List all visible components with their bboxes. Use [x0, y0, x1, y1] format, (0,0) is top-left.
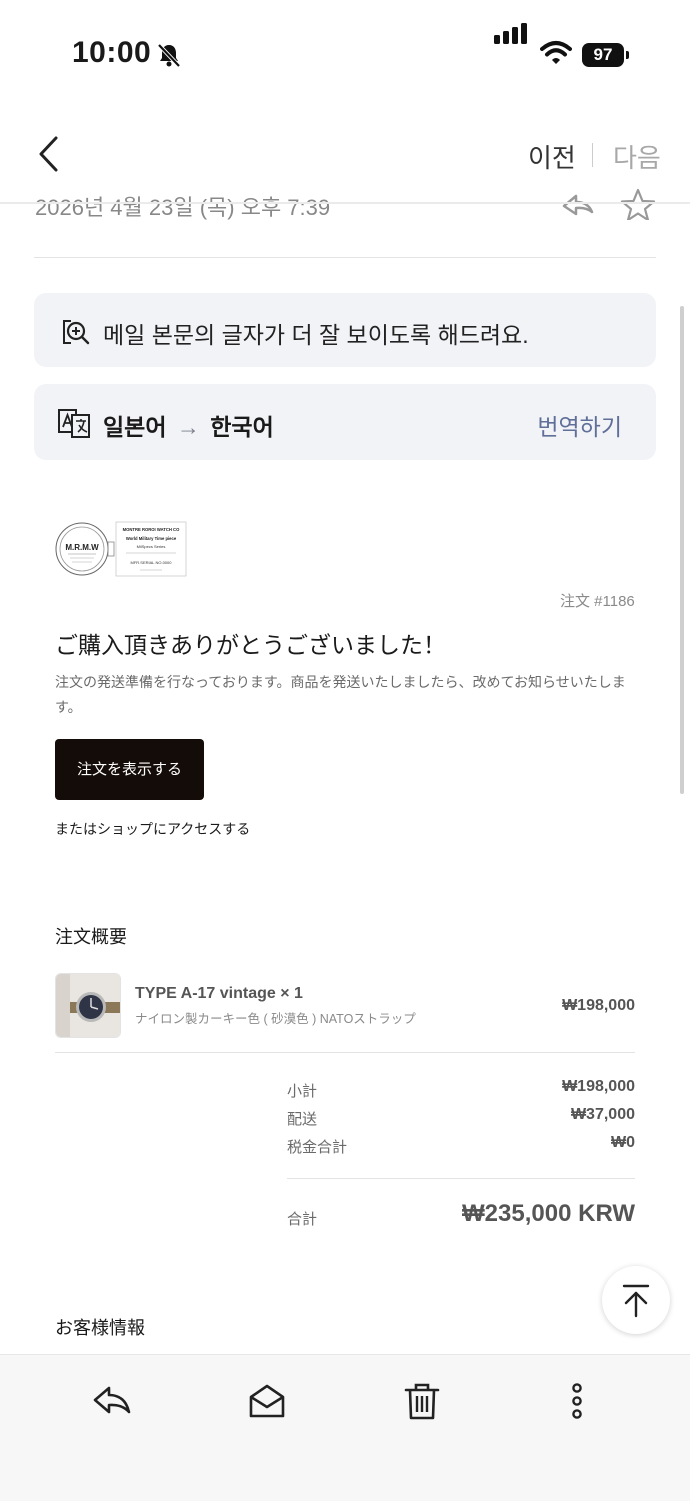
mark-read-icon[interactable] [247, 1381, 287, 1421]
target-language: 한국어 [210, 414, 274, 440]
battery-cap [626, 51, 629, 59]
order-message: 注文の発送準備を行なっております。商品を発送いたしましたら、改めてお知らせいたし… [55, 674, 626, 715]
reply-icon[interactable] [562, 194, 594, 216]
product-name: TYPE A-17 vintage × 1 [135, 985, 303, 1002]
nav-divider [592, 143, 593, 167]
mail-date: 2026년 4월 23일 (목) 오후 7:39 [35, 195, 331, 220]
prev-button[interactable]: 이전 [528, 138, 576, 175]
total-value: ₩235,000 KRW [462, 1200, 635, 1227]
thank-you-heading: ご購入頂きありがとうございました！ [55, 632, 446, 658]
customer-info-title: お客様情報 [55, 1318, 145, 1338]
scrollbar[interactable] [680, 306, 684, 794]
reply-icon[interactable] [92, 1381, 132, 1421]
bell-slash-icon [157, 43, 181, 68]
shipping-value: ₩37,000 [570, 1106, 635, 1123]
wifi-icon [540, 41, 572, 64]
zoom-in-icon [63, 320, 90, 345]
total-label: 合計 [287, 1211, 318, 1228]
arrow-up-to-line-icon [622, 1284, 650, 1318]
tax-label: 税金合計 [287, 1139, 348, 1156]
svg-text:M.R.M.W: M.R.M.W [65, 543, 99, 552]
translate-button[interactable]: 번역하기 [537, 408, 622, 442]
chevron-left-icon[interactable] [36, 134, 64, 174]
product-price: ₩198,000 [562, 997, 635, 1014]
trash-icon[interactable] [402, 1381, 442, 1421]
next-button[interactable]: 다음 [613, 138, 661, 175]
shipping-label: 配送 [287, 1111, 318, 1128]
header-separator [34, 257, 656, 258]
more-vertical-icon[interactable] [557, 1381, 597, 1421]
nav-border [0, 202, 690, 204]
star-icon[interactable] [620, 188, 656, 220]
svg-text:MONTRE ROROI WATCH CO: MONTRE ROROI WATCH CO [123, 527, 180, 532]
order-number: 注文 #1186 [560, 593, 635, 610]
tax-value: ₩0 [611, 1134, 635, 1151]
svg-text:MFR.SERIAL NO.0000: MFR.SERIAL NO.0000 [131, 560, 173, 565]
translate-languages: 일본어 → 한국어 [103, 408, 274, 442]
view-order-button[interactable]: 注文を表示する [55, 739, 204, 800]
shop-logo: M.R.M.W MONTRE ROROI WATCH CO World Mili… [55, 521, 187, 577]
shop-link[interactable]: またはショップにアクセスする [55, 819, 250, 839]
translate-banner: 일본어 → 한국어 번역하기 [34, 384, 656, 460]
readability-banner[interactable]: 메일 본문의 글자가 더 잘 보이도록 해드려요. [34, 293, 656, 367]
subtotal-value: ₩198,000 [562, 1078, 635, 1095]
svg-text:World Military Time piece: World Military Time piece [126, 536, 177, 541]
product-variant: ナイロン製カーキー色 ( 砂漠色 ) NATOストラップ [135, 1012, 416, 1026]
readability-text: 메일 본문의 글자가 더 잘 보이도록 해드려요. [103, 322, 529, 348]
totals-divider [287, 1178, 635, 1179]
product-thumbnail [55, 973, 121, 1038]
bottom-toolbar [0, 1354, 690, 1501]
scroll-to-top-button[interactable] [602, 1266, 670, 1334]
translate-icon [58, 409, 90, 438]
status-time: 10:00 [72, 36, 152, 69]
subtotal-label: 小計 [287, 1083, 318, 1100]
summary-divider [55, 1052, 635, 1053]
battery-icon: 97 [582, 43, 624, 67]
svg-text:MilSpecs Series: MilSpecs Series [137, 544, 166, 549]
source-language: 일본어 [103, 414, 167, 440]
order-summary-title: 注文概要 [55, 927, 127, 947]
arrow-right-icon: → [176, 414, 200, 440]
